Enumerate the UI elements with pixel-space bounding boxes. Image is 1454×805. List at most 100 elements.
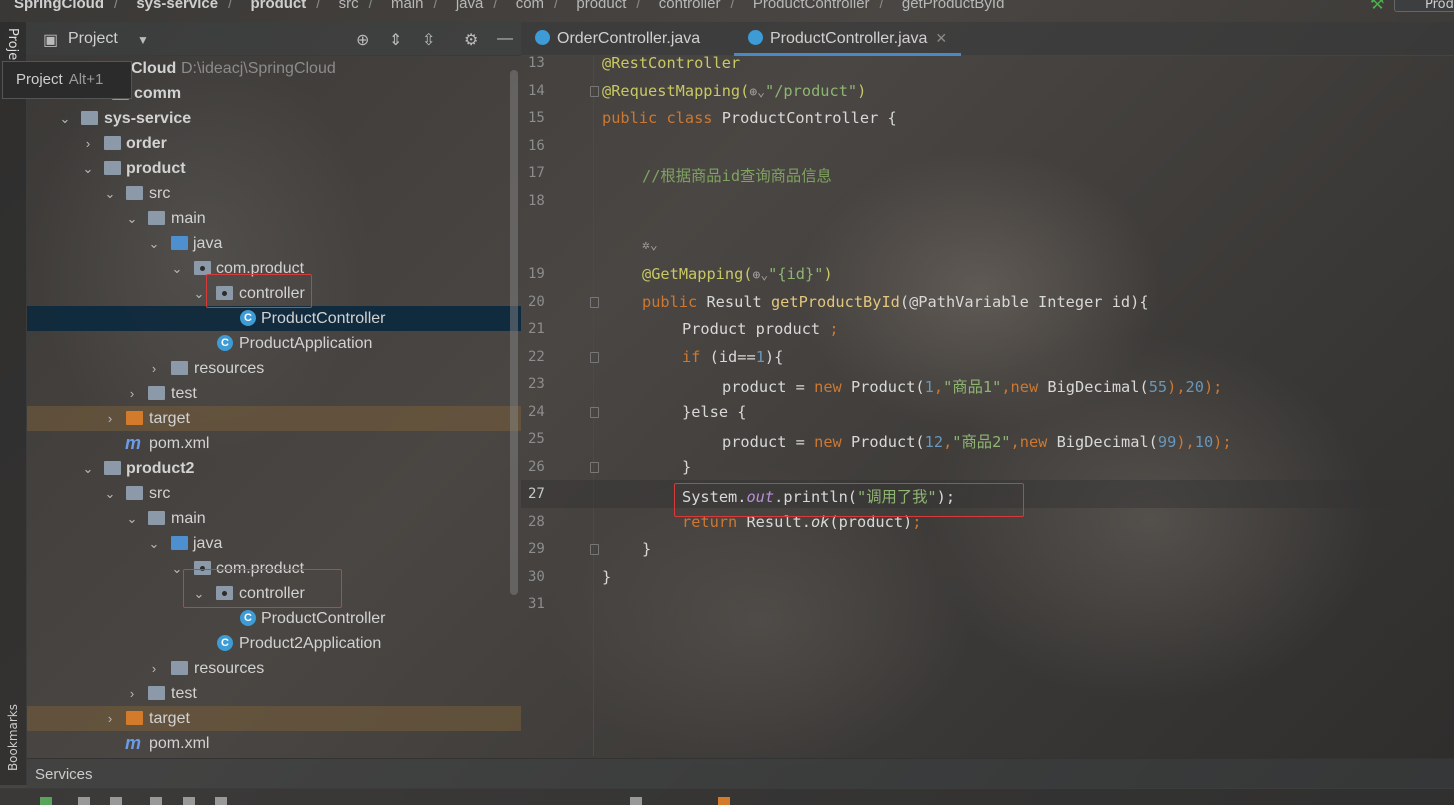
breadcrumb-item[interactable]: product [576,0,626,12]
code-line[interactable]: @RestController [602,54,740,72]
tree-item-product-application[interactable]: C ProductApplication [27,331,521,356]
breadcrumb-item[interactable]: SpringCloud [14,0,104,12]
tree-item-product[interactable]: ⌄ product [27,156,521,181]
group-icon[interactable] [150,797,162,805]
chevron-right-icon[interactable]: › [104,706,116,731]
chevron-down-icon[interactable]: ⌄ [148,531,160,556]
tree-item-src[interactable]: ⌄ src [27,481,521,506]
tree-item-main[interactable]: ⌄ main [27,206,521,231]
code-line[interactable]: } [602,568,611,586]
code-line[interactable]: product = new Product(12,"商品2",new BigDe… [722,430,1232,452]
expand-icon[interactable] [78,797,90,805]
tree-item-target[interactable]: › target [27,706,521,731]
chevron-right-icon[interactable]: › [148,656,160,681]
code-line[interactable]: @RequestMapping(⊕⌄"/product") [602,82,866,100]
filter-icon[interactable] [110,797,122,805]
tree-item-resources[interactable]: › resources [27,356,521,381]
ai-hint-icon[interactable]: ✲⌄ [642,238,658,253]
breadcrumb-item[interactable]: product [250,0,306,12]
breadcrumb-item[interactable]: getProductById [902,0,1005,12]
breadcrumb-item[interactable]: sys-service [136,0,218,12]
tree-item-target[interactable]: › target [27,406,521,431]
fold-marker-icon[interactable] [590,86,599,97]
chevron-down-icon[interactable]: ⌄ [104,481,116,506]
code-line[interactable]: } [682,458,691,476]
tab-product-controller[interactable]: ProductController.java ✕ [734,22,961,56]
tree-item-test[interactable]: › test [27,381,521,406]
chevron-down-icon[interactable]: ⌄ [148,231,160,256]
fold-marker-icon[interactable] [590,297,599,308]
chevron-down-icon[interactable]: ⌄ [193,281,205,306]
breadcrumb-item[interactable]: ProductController [753,0,870,12]
tree-item-src[interactable]: ⌄ src [27,181,521,206]
breadcrumb-item[interactable]: controller [659,0,721,12]
code-line[interactable]: return Result.ok(product); [682,513,921,531]
chevron-right-icon[interactable]: › [104,406,116,431]
code-line-current[interactable]: System.out.println("调用了我"); [682,485,955,507]
breadcrumb-item[interactable]: java [456,0,484,12]
fold-marker-icon[interactable] [590,462,599,473]
code-line[interactable]: public class ProductController { [602,109,897,127]
fold-marker-icon[interactable] [590,352,599,363]
tree-item-test[interactable]: › test [27,681,521,706]
chevron-right-icon[interactable]: › [82,131,94,156]
tree-item-java[interactable]: ⌄ java [27,531,521,556]
project-scrollbar[interactable] [510,70,518,595]
services-panel-header[interactable]: Services [27,758,1454,788]
chevron-down-icon[interactable]: ⌄ [126,206,138,231]
locate-file-icon[interactable]: ⊕ [356,30,369,50]
tree-item-product2-application[interactable]: C Product2Application [27,631,521,656]
chevron-right-icon[interactable]: › [148,356,160,381]
tree-item-pom[interactable]: m pom.xml [27,431,521,456]
run-config-select[interactable]: Produ [1394,0,1454,12]
tree-item-product-controller[interactable]: C ProductController [27,306,521,331]
chevron-down-icon[interactable]: ⌄ [171,556,183,581]
code-line[interactable]: if (id==1){ [682,348,783,366]
tree-item-product-controller[interactable]: C ProductController [27,606,521,631]
close-icon[interactable]: ✕ [935,30,947,46]
chevron-down-icon[interactable]: ⌄ [59,106,71,131]
breadcrumb-item[interactable]: com [516,0,544,12]
tree-item-sys-service[interactable]: ⌄ sys-service [27,106,521,131]
chevron-down-icon[interactable]: ⌄ [82,456,94,481]
chevron-down-icon[interactable]: ⌄ [104,181,116,206]
globe-icon[interactable]: ⊕⌄ [753,268,769,283]
tree-item-controller[interactable]: ⌄ controller [27,581,521,606]
build-hammer-icon[interactable]: ⚒ [1370,0,1384,13]
code-line[interactable]: }else { [682,403,746,421]
chevron-down-icon[interactable]: ⌄ [193,581,205,606]
fold-marker-icon[interactable] [590,407,599,418]
code-line[interactable]: @GetMapping(⊕⌄"{id}") [642,265,833,283]
expand-all-icon[interactable]: ⇕ [389,30,402,50]
code-line[interactable]: } [642,540,651,558]
gear-icon[interactable]: ⚙ [464,30,478,50]
chevron-down-icon[interactable]: ⌄ [171,256,183,281]
add-icon[interactable] [215,797,227,805]
code-line[interactable]: public Result getProductById(@PathVariab… [642,293,1149,311]
fold-marker-icon[interactable] [590,544,599,555]
code-line[interactable]: product = new Product(1,"商品1",new BigDec… [722,375,1222,397]
tree-item-com-product[interactable]: ⌄ com.product [27,556,521,581]
project-view-selector[interactable]: Project [68,30,118,48]
tree-item-pom[interactable]: m pom.xml [27,731,521,756]
chevron-right-icon[interactable]: › [126,381,138,406]
chevron-down-icon[interactable]: ⌄ [82,156,94,181]
run-icon[interactable] [40,797,52,805]
tree-item-controller[interactable]: ⌄ controller [27,281,521,306]
breadcrumb-item[interactable]: main [391,0,424,12]
globe-icon[interactable]: ⊕⌄ [749,85,765,100]
chevron-right-icon[interactable]: › [126,681,138,706]
tab-order-controller[interactable]: OrderController.java [521,22,733,56]
tree-item-order[interactable]: › order [27,131,521,156]
tree-item-java[interactable]: ⌄ java [27,231,521,256]
chevron-down-icon[interactable]: ⌄ [126,506,138,531]
code-line[interactable]: Product product ; [682,320,839,338]
breadcrumb-item[interactable]: src [339,0,359,12]
bookmarks-tool-button[interactable]: Bookmarks [6,704,20,771]
tree-item-main[interactable]: ⌄ main [27,506,521,531]
code-line[interactable]: //根据商品id查询商品信息 [642,164,832,186]
tree-item-resources[interactable]: › resources [27,656,521,681]
tree-item-com-product[interactable]: ⌄ com.product [27,256,521,281]
tree-item-product2[interactable]: ⌄ product2 [27,456,521,481]
minimize-icon[interactable]: — [497,30,513,48]
